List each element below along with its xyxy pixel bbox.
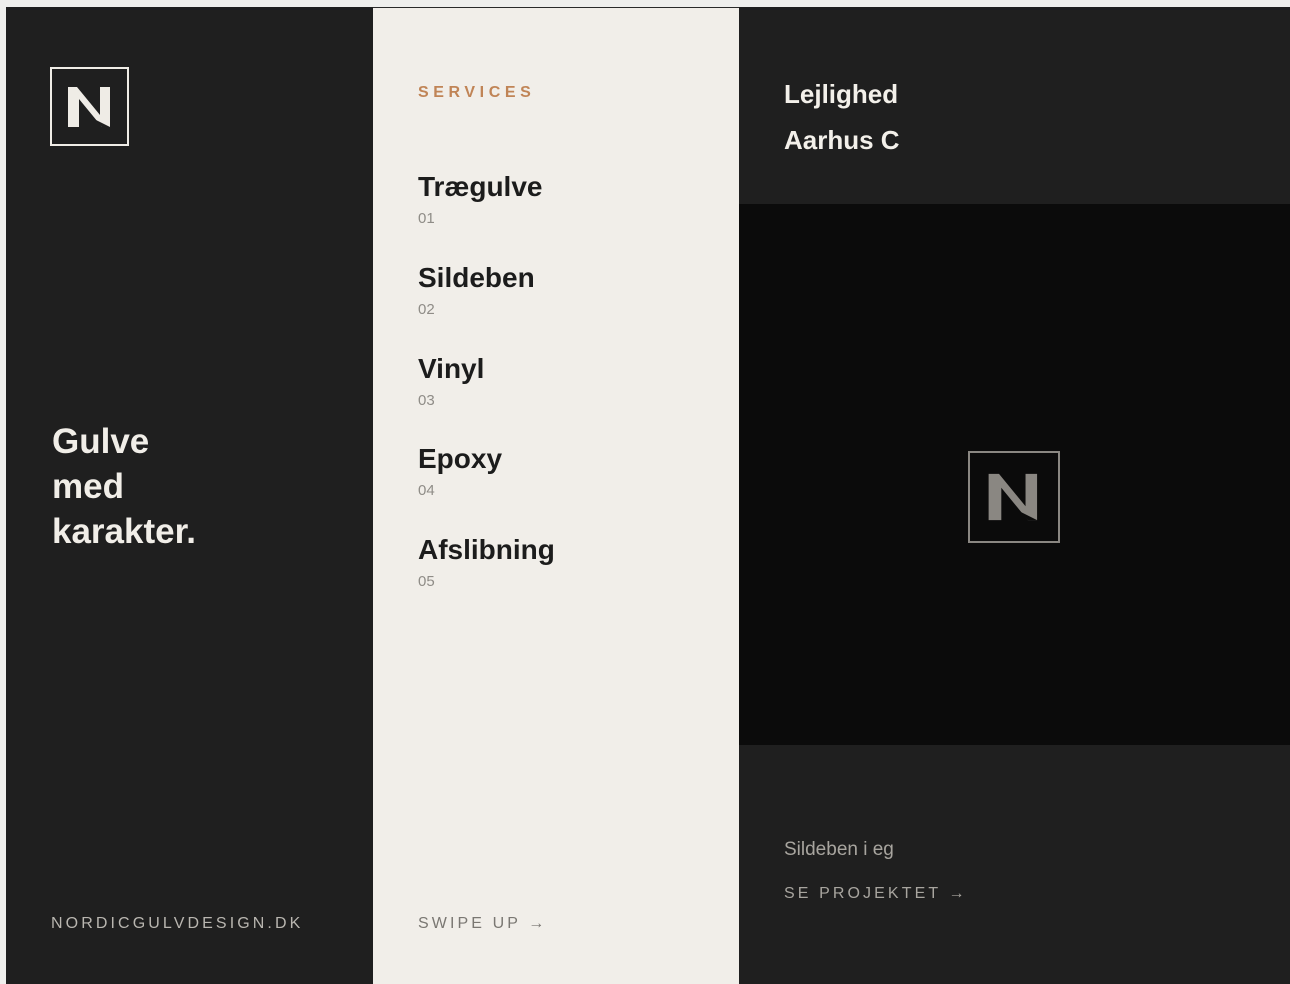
project-caption: Sildeben i eg — [784, 839, 894, 860]
service-number: 01 — [418, 210, 435, 227]
services-list: Trægulve 01 Sildeben 02 Vinyl 03 Epoxy 0… — [418, 170, 555, 624]
project-image[interactable] — [739, 204, 1290, 745]
service-name: Vinyl — [418, 352, 485, 384]
service-number: 03 — [418, 391, 435, 409]
services-heading: SERVICES — [418, 84, 536, 101]
service-name: Afslibning — [418, 534, 555, 566]
logo-placeholder-icon — [968, 451, 1060, 543]
project-title: Lejlighed Aarhus C — [784, 71, 900, 163]
service-number: 05 — [418, 573, 435, 591]
n-logo-icon — [67, 86, 110, 127]
service-item-epoxy[interactable]: Epoxy 04 — [418, 442, 555, 533]
services-panel: SERVICES Trægulve 01 Sildeben 02 Vinyl 0… — [373, 7, 739, 984]
see-project-link[interactable]: SE PROJEKTET → — [784, 885, 968, 903]
service-name: Sildeben — [418, 261, 535, 293]
service-name: Epoxy — [418, 443, 503, 475]
headline-line: Gulve — [52, 422, 150, 461]
service-number: 02 — [418, 300, 435, 318]
brand-logo[interactable] — [50, 67, 129, 146]
service-item-afslibning[interactable]: Afslibning 05 — [418, 533, 555, 624]
project-panel: Lejlighed Aarhus C Sildeben i eg SE PROJ… — [739, 7, 1290, 984]
hero-panel: Gulve med karakter. NORDICGULVDESIGN.DK — [6, 7, 373, 984]
hero-headline: Gulve med karakter. — [52, 419, 196, 554]
service-number: 04 — [418, 482, 435, 500]
divider — [373, 7, 739, 8]
service-item-vinyl[interactable]: Vinyl 03 — [418, 352, 555, 443]
project-title-line: Aarhus C — [784, 125, 900, 155]
headline-line: med — [52, 467, 124, 506]
service-item-sildeben[interactable]: Sildeben 02 — [418, 261, 555, 352]
headline-line: karakter. — [52, 512, 197, 551]
n-logo-icon — [988, 473, 1038, 521]
site-url: NORDICGULVDESIGN.DK — [51, 915, 304, 932]
swipe-up-link[interactable]: SWIPE UP → — [418, 915, 547, 933]
service-item-traegulve[interactable]: Trægulve 01 — [418, 170, 555, 261]
app-frame: Gulve med karakter. NORDICGULVDESIGN.DK … — [6, 7, 1290, 984]
service-name: Trægulve — [418, 171, 543, 202]
project-title-line: Lejlighed — [784, 79, 899, 109]
